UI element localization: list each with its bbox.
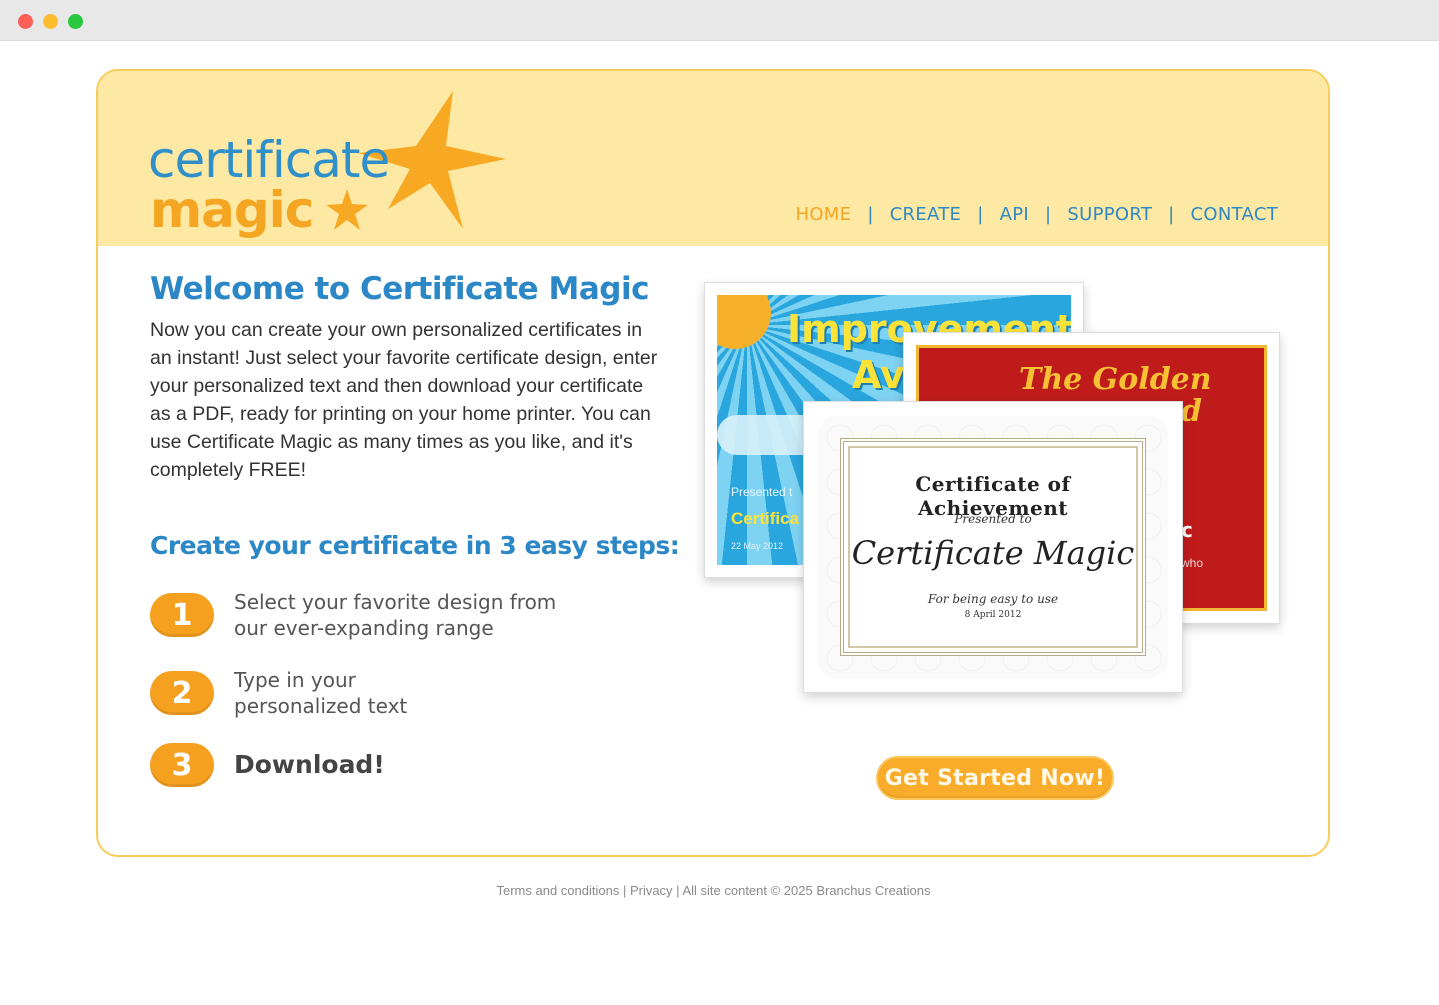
nav-api[interactable]: API — [1000, 204, 1029, 225]
step-2-text: Type in your personalized text — [234, 668, 408, 718]
cert1-name: Certifica — [731, 509, 800, 528]
cert3-presented: Presented to — [954, 512, 1032, 526]
copyright-text: All site content © 2025 Branchus Creatio… — [682, 883, 931, 898]
step-2-badge: 2 — [150, 671, 214, 715]
intro-paragraph: Now you can create your own personalized… — [150, 319, 658, 481]
close-window-button[interactable] — [18, 14, 33, 29]
cert1-presented: Presented t — [731, 485, 793, 499]
cert3-for: For being easy to use — [927, 592, 1059, 606]
site-logo[interactable]: certificate magic — [148, 91, 508, 241]
certificate-samples: Improvement Av Presented t Certifica 22 … — [698, 276, 1298, 706]
nav-separator: | — [977, 204, 984, 225]
nav-contact[interactable]: CONTACT — [1191, 204, 1278, 225]
welcome-title: Welcome to Certificate Magic — [150, 271, 649, 307]
browser-title-bar — [0, 0, 1439, 41]
cert3-frame: Certificate of Achievement Presented to … — [840, 438, 1146, 656]
sun-icon — [717, 295, 771, 349]
nav-separator: | — [1045, 204, 1052, 225]
privacy-link[interactable]: Privacy — [630, 883, 673, 898]
step-1-badge: 1 — [150, 593, 214, 637]
nav-separator: | — [1168, 204, 1175, 225]
maximize-window-button[interactable] — [68, 14, 83, 29]
step-1: 1 Select your favorite design from our e… — [150, 589, 574, 641]
nav-separator: | — [867, 204, 874, 225]
cert2-title2: d — [1181, 394, 1202, 429]
small-star-icon — [326, 189, 368, 230]
logo-text-magic: magic — [150, 181, 314, 239]
terms-link[interactable]: Terms and conditions — [496, 883, 619, 898]
step-2: 2 Type in your personalized text — [150, 667, 434, 719]
main-nav: HOME | CREATE | API | SUPPORT | CONTACT — [796, 204, 1279, 225]
get-started-button[interactable]: Get Started Now! — [876, 756, 1114, 800]
step-1-text: Select your favorite design from our eve… — [234, 590, 557, 640]
scalloped-border: Certificate of Achievement Presented to … — [818, 416, 1168, 678]
certificate-sample-achievement: Certificate of Achievement Presented to … — [803, 401, 1183, 693]
step-3-badge: 3 — [150, 743, 214, 787]
main-card: certificate magic HOME | CREATE | API | … — [96, 69, 1330, 857]
cert1-date: 22 May 2012 — [731, 541, 784, 551]
cert2-title: The Golden — [1019, 362, 1212, 397]
footer-separator: | — [672, 883, 683, 898]
step-3: 3 Download! — [150, 743, 574, 787]
cert2-who: who — [1181, 556, 1204, 570]
steps-title: Create your certificate in 3 easy steps: — [150, 531, 680, 560]
cert3-date: 8 April 2012 — [964, 610, 1022, 620]
cert1-title2: Av — [852, 353, 905, 397]
nav-create[interactable]: CREATE — [890, 204, 962, 225]
site-header: certificate magic HOME | CREATE | API | … — [98, 71, 1328, 246]
cert3-name: Certificate Magic — [851, 534, 1135, 572]
step-3-text: Download! — [234, 750, 385, 779]
nav-home[interactable]: HOME — [796, 204, 852, 225]
site-footer: Terms and conditions | Privacy | All sit… — [0, 883, 1427, 898]
minimize-window-button[interactable] — [43, 14, 58, 29]
footer-separator: | — [619, 883, 630, 898]
nav-support[interactable]: SUPPORT — [1067, 204, 1152, 225]
